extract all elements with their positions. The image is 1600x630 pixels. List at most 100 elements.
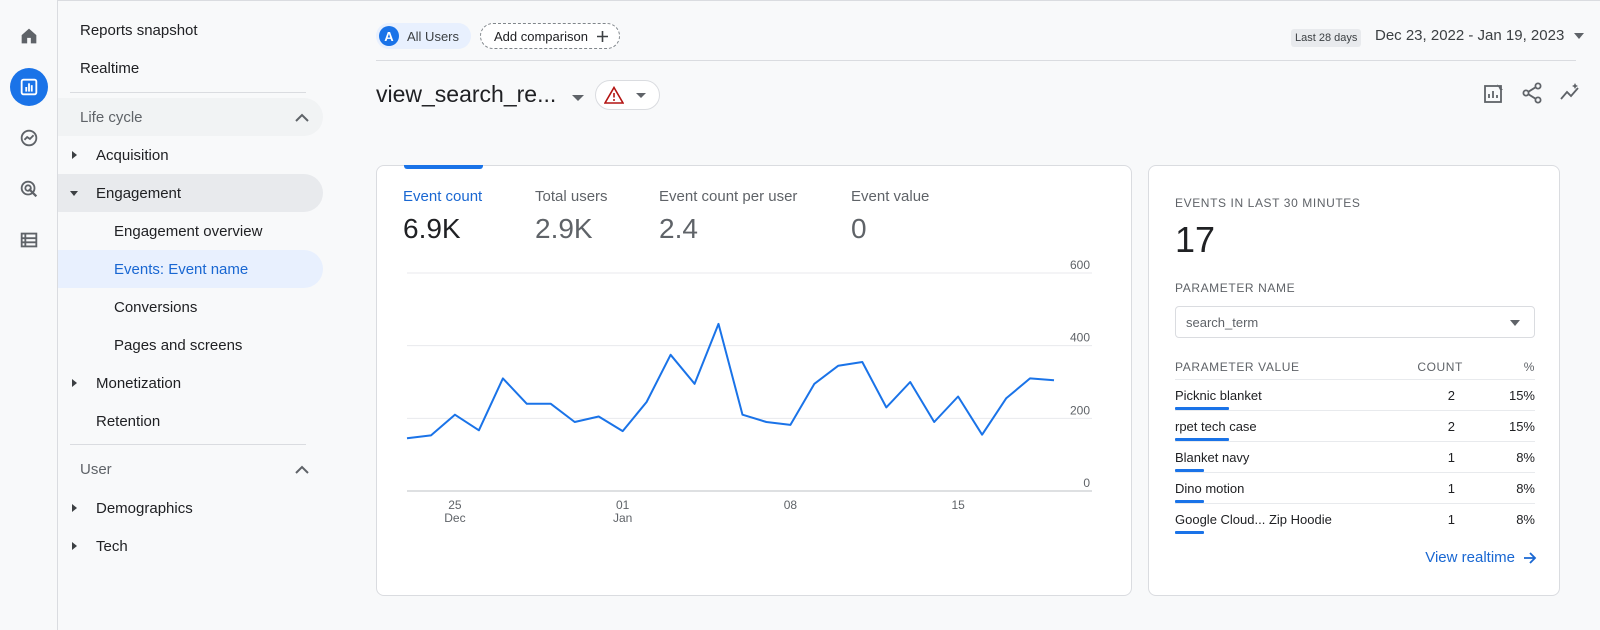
nav-demographics[interactable]: Demographics: [58, 489, 323, 527]
x-tick-month-label: Dec: [444, 511, 465, 525]
parameter-value: Blanket navy: [1175, 450, 1250, 465]
title-dropdown-icon[interactable]: [572, 95, 584, 101]
parameter-value: Google Cloud... Zip Hoodie: [1175, 512, 1332, 527]
view-realtime-label: View realtime: [1425, 549, 1515, 566]
nav-acquisition[interactable]: Acquisition: [58, 136, 323, 174]
nav-reports-snapshot[interactable]: Reports snapshot: [58, 11, 323, 49]
parameter-percent: 8%: [1516, 450, 1535, 465]
segment-chip-all-users[interactable]: A All Users: [376, 23, 472, 49]
left-rail: [0, 0, 58, 630]
parameter-percent: 8%: [1516, 481, 1535, 496]
series-line: [406, 322, 1055, 440]
data-quality-warning-button[interactable]: [595, 80, 660, 110]
y-tick-label: 200: [1070, 403, 1090, 417]
parameter-percent: 8%: [1516, 512, 1535, 527]
chevron-up-icon: [295, 465, 309, 474]
col-parameter-value: PARAMETER VALUE: [1175, 360, 1300, 374]
parameter-value: Dino motion: [1175, 481, 1245, 496]
caret-right-icon: [72, 379, 77, 387]
event-count-card: Event count 6.9K Total users 2.9K Event …: [376, 165, 1132, 596]
view-realtime-link[interactable]: View realtime: [1425, 549, 1537, 566]
warning-icon: [604, 86, 624, 104]
reports-nav: Reports snapshot Realtime Life cycle Acq…: [58, 0, 328, 630]
parameter-percent: 15%: [1508, 388, 1535, 403]
parameter-row[interactable]: rpet tech case 2 15%: [1175, 410, 1535, 441]
nav-divider: [70, 444, 306, 445]
parameter-count: 1: [1447, 481, 1455, 496]
nav-pages-and-screens[interactable]: Pages and screens: [58, 326, 323, 364]
section-label: Life cycle: [80, 108, 143, 126]
insights-icon[interactable]: [1557, 80, 1583, 106]
parameter-row[interactable]: Blanket navy 1 8%: [1175, 441, 1535, 472]
x-tick-label: 08: [784, 498, 798, 512]
nav-label: Acquisition: [96, 146, 169, 164]
parameter-name-select[interactable]: search_term: [1175, 306, 1535, 338]
date-range-label: Dec 23, 2022 - Jan 19, 2023: [1375, 27, 1565, 44]
parameter-row[interactable]: Dino motion 1 8%: [1175, 472, 1535, 503]
nav-monetization[interactable]: Monetization: [58, 364, 323, 402]
add-comparison-button[interactable]: Add comparison: [480, 23, 620, 49]
dropdown-arrow-icon: [636, 92, 646, 98]
event-count-line-chart: 600 400 200 0 25Dec 01Jan 08 15: [406, 258, 1092, 525]
nav-tech[interactable]: Tech: [58, 527, 323, 565]
nav-engagement[interactable]: Engagement: [58, 174, 323, 212]
date-range-picker[interactable]: Dec 23, 2022 - Jan 19, 2023: [1375, 27, 1585, 44]
nav-label: Monetization: [96, 374, 182, 392]
page-title: view_search_re...: [376, 81, 556, 107]
x-tick-month-label: Jan: [613, 511, 632, 525]
nav-engagement-overview[interactable]: Engagement overview: [58, 212, 323, 250]
nav-section-user[interactable]: User: [58, 450, 323, 488]
realtime-count: 17: [1175, 219, 1216, 260]
segment-avatar: A: [379, 26, 399, 46]
caret-right-icon: [72, 542, 77, 550]
realtime-events-card: EVENTS IN LAST 30 MINUTES 17 PARAMETER N…: [1148, 165, 1560, 596]
reports-icon[interactable]: [10, 68, 48, 106]
share-bar: [1175, 531, 1204, 534]
parameter-count: 1: [1447, 512, 1455, 527]
nav-events-event-name[interactable]: Events: Event name: [58, 250, 323, 288]
nav-label: Demographics: [96, 499, 193, 517]
share-icon[interactable]: [1519, 80, 1545, 106]
parameter-name-heading: PARAMETER NAME: [1175, 281, 1296, 295]
parameter-row[interactable]: Google Cloud... Zip Hoodie 1 8%: [1175, 503, 1535, 534]
col-count: COUNT: [1417, 360, 1463, 374]
y-tick-label: 0: [1083, 476, 1090, 490]
parameter-count: 1: [1447, 450, 1455, 465]
explore-icon[interactable]: [10, 119, 48, 157]
parameter-row[interactable]: Picknic blanket 2 15%: [1175, 379, 1535, 410]
nav-retention[interactable]: Retention: [58, 402, 323, 440]
parameter-value: rpet tech case: [1175, 419, 1257, 434]
parameter-name-value: search_term: [1186, 314, 1259, 330]
plus-icon: [596, 30, 608, 42]
col-percent: %: [1523, 360, 1535, 374]
header-divider: [376, 60, 1576, 61]
section-label: User: [80, 460, 112, 478]
segment-label: All Users: [407, 28, 460, 44]
parameter-count: 2: [1447, 388, 1455, 403]
nav-divider: [70, 92, 306, 93]
parameter-value: Picknic blanket: [1175, 388, 1262, 403]
x-tick-label: 25: [448, 498, 462, 512]
y-tick-label: 400: [1070, 331, 1090, 345]
caret-right-icon: [72, 151, 77, 159]
advertising-icon[interactable]: [10, 170, 48, 208]
x-tick-label: 01: [616, 498, 630, 512]
date-preset-badge: Last 28 days: [1291, 29, 1362, 47]
parameter-percent: 15%: [1508, 419, 1535, 434]
nav-conversions[interactable]: Conversions: [58, 288, 323, 326]
parameter-table-header: PARAMETER VALUE COUNT %: [1175, 360, 1535, 380]
chevron-up-icon: [295, 113, 309, 122]
arrow-right-icon: [1524, 551, 1537, 564]
x-tick-label: 15: [951, 498, 965, 512]
nav-label: Tech: [96, 537, 128, 555]
home-icon[interactable]: [10, 17, 48, 55]
dropdown-arrow-icon: [1574, 32, 1585, 39]
configure-list-icon[interactable]: [10, 221, 48, 259]
caret-down-icon: [70, 191, 78, 196]
nav-section-lifecycle[interactable]: Life cycle: [58, 98, 323, 136]
caret-right-icon: [72, 504, 77, 512]
dropdown-arrow-icon: [1510, 320, 1520, 326]
add-comparison-label: Add comparison: [494, 28, 588, 44]
customize-report-icon[interactable]: [1481, 80, 1507, 106]
nav-realtime[interactable]: Realtime: [58, 49, 323, 87]
